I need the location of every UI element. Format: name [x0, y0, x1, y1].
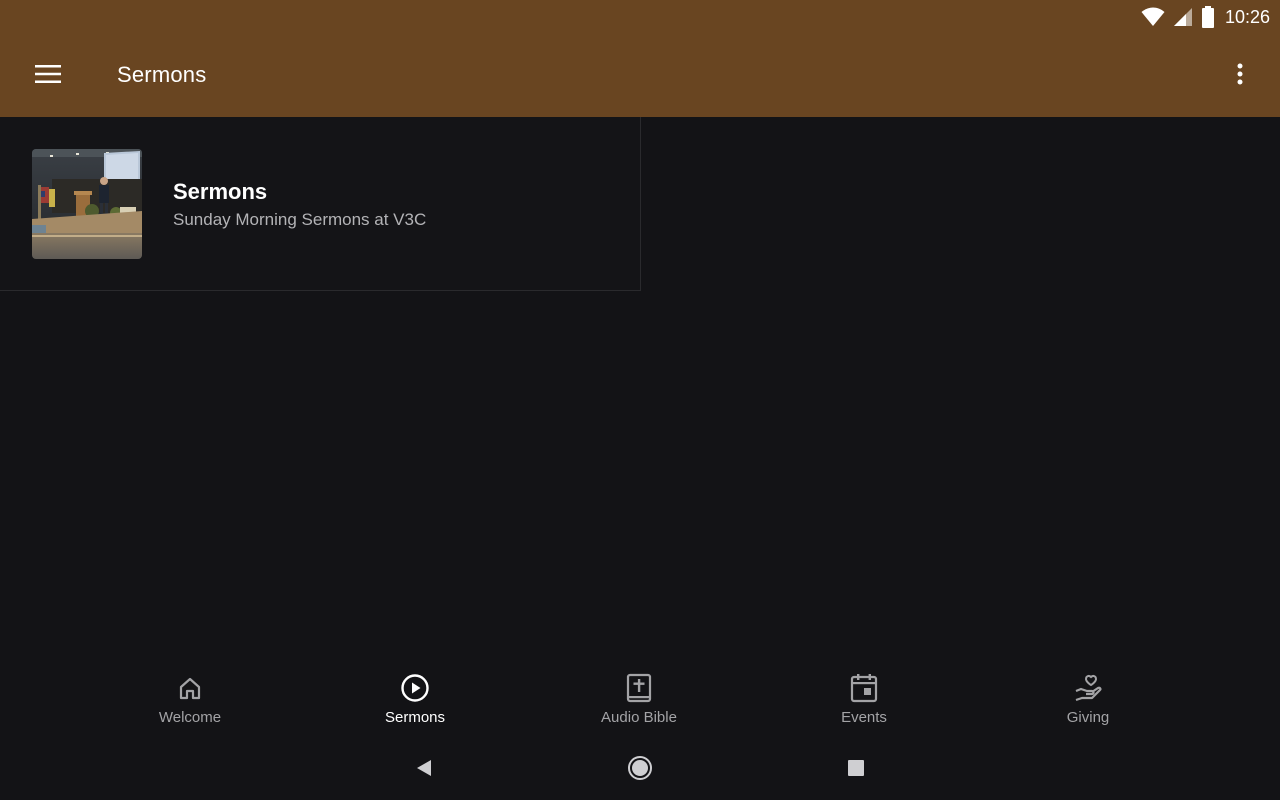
- nav-label-sermons: Sermons: [384, 709, 446, 726]
- card-title: Sermons: [173, 179, 268, 204]
- nav-item-events[interactable]: Events: [752, 660, 976, 740]
- page-title: Sermons: [117, 62, 207, 87]
- bible-icon: [626, 673, 652, 703]
- hamburger-menu-icon: [35, 64, 61, 88]
- home-icon: [177, 674, 203, 702]
- giving-hand-icon: [1073, 674, 1103, 702]
- bottom-navigation: Welcome Sermons Audio Bible Events Givin…: [0, 660, 1280, 740]
- nav-item-sermons[interactable]: Sermons: [303, 660, 527, 740]
- menu-button[interactable]: [24, 52, 72, 100]
- top-bar: 10:26 Sermons: [0, 0, 1280, 117]
- home-button[interactable]: [624, 754, 656, 786]
- nav-label-giving: Giving: [1066, 709, 1110, 726]
- overflow-menu-button[interactable]: [1216, 52, 1264, 100]
- nav-label-welcome: Welcome: [158, 709, 222, 726]
- sermon-thumbnail: [32, 149, 142, 259]
- nav-item-welcome[interactable]: Welcome: [78, 660, 302, 740]
- sermon-series-card[interactable]: Sermons Sunday Morning Sermons at V3C: [0, 117, 641, 291]
- recents-button[interactable]: [840, 754, 872, 786]
- card-subtitle: Sunday Morning Sermons at V3C: [173, 210, 427, 229]
- system-navigation-bar: [0, 740, 1280, 800]
- nav-label-events: Events: [841, 709, 887, 726]
- cell-signal-icon: [1173, 7, 1193, 27]
- status-bar: 10:26: [0, 0, 1280, 34]
- app-bar: Sermons: [0, 34, 1280, 117]
- nav-item-giving[interactable]: Giving: [976, 660, 1200, 740]
- status-icons: 10:26: [1141, 4, 1270, 30]
- battery-icon: [1201, 6, 1215, 28]
- play-circle-icon: [400, 674, 430, 702]
- calendar-icon: [850, 674, 878, 703]
- home-circle-icon: [627, 755, 653, 786]
- back-button[interactable]: [408, 754, 440, 786]
- wifi-icon: [1141, 7, 1165, 27]
- nav-item-audio-bible[interactable]: Audio Bible: [527, 660, 751, 740]
- recents-icon: [847, 759, 865, 782]
- nav-label-audio-bible: Audio Bible: [601, 709, 677, 726]
- more-vert-icon: [1237, 63, 1243, 90]
- status-time: 10:26: [1224, 6, 1270, 27]
- back-icon: [415, 758, 433, 783]
